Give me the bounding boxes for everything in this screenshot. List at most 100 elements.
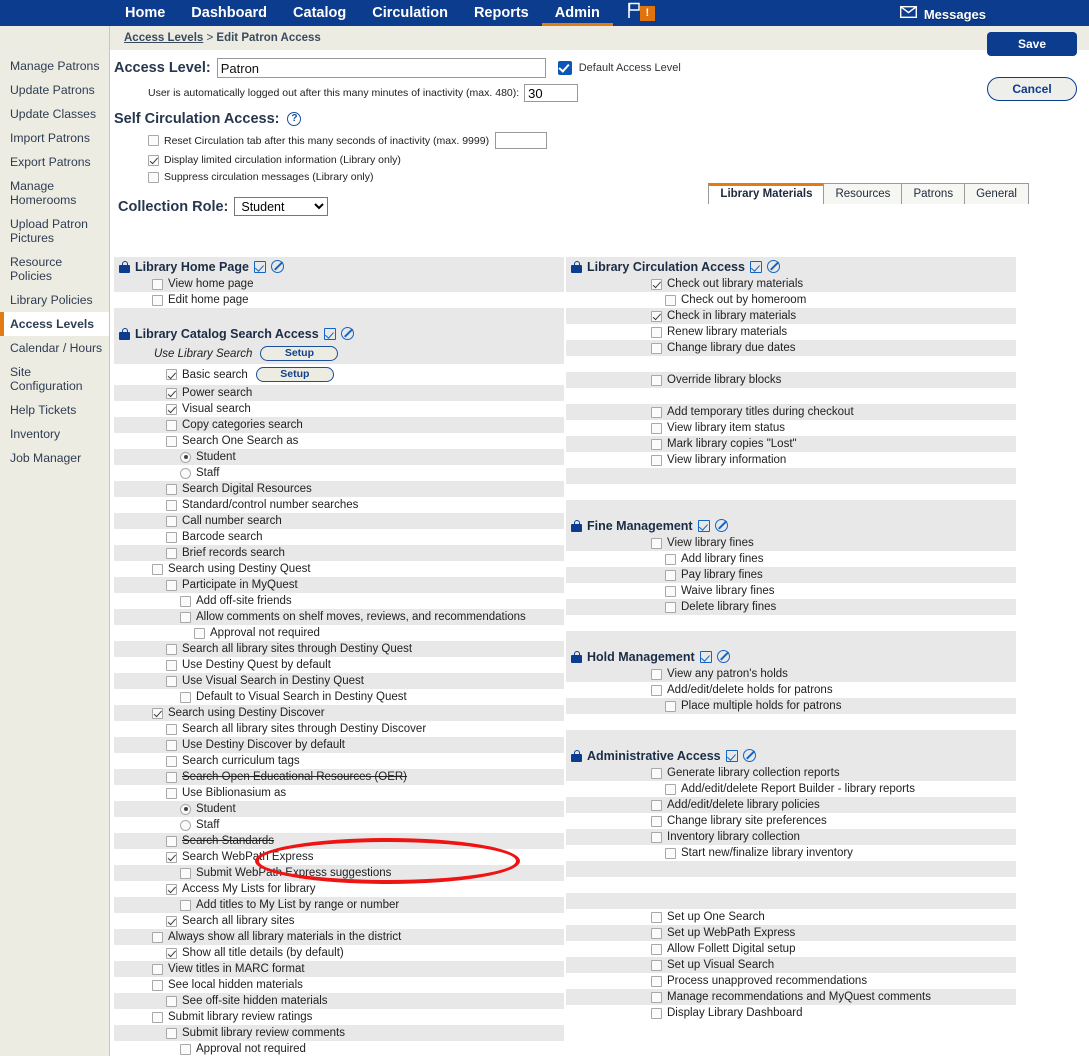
select-all-icon[interactable] [698,520,710,532]
sidebar-item-manage-patrons[interactable]: Manage Patrons [0,54,109,78]
permission-checkbox[interactable] [152,295,163,306]
breadcrumb-parent-link[interactable]: Access Levels [124,32,203,44]
permission-checkbox[interactable] [180,868,191,879]
permission-checkbox[interactable] [166,548,177,559]
permission-checkbox[interactable] [166,436,177,447]
permission-checkbox[interactable] [651,944,662,955]
alert-badge[interactable]: ! [640,6,655,21]
permission-checkbox[interactable] [180,596,191,607]
permission-checkbox[interactable] [665,295,676,306]
nav-link-catalog[interactable]: Catalog [280,0,359,26]
sidebar-item-job-manager[interactable]: Job Manager [0,446,109,470]
reset-circulation-seconds-input[interactable] [495,132,547,149]
clear-all-icon[interactable] [767,260,780,273]
permission-checkbox[interactable] [152,964,163,975]
suppress-messages-checkbox[interactable] [148,172,159,183]
permission-checkbox[interactable] [166,788,177,799]
permission-checkbox[interactable] [166,884,177,895]
permission-checkbox[interactable] [180,1044,191,1055]
permission-checkbox[interactable] [651,800,662,811]
permission-checkbox[interactable] [166,740,177,751]
permission-checkbox[interactable] [166,484,177,495]
permission-checkbox[interactable] [166,516,177,527]
clear-all-icon[interactable] [743,749,756,762]
setup-button[interactable]: Setup [256,367,334,382]
permission-checkbox[interactable] [180,900,191,911]
permission-checkbox[interactable] [651,912,662,923]
nav-link-home[interactable]: Home [112,0,178,26]
nav-link-dashboard[interactable]: Dashboard [178,0,280,26]
permission-checkbox[interactable] [166,644,177,655]
permission-checkbox[interactable] [651,669,662,680]
permission-checkbox[interactable] [152,708,163,719]
permission-checkbox[interactable] [651,976,662,987]
permission-checkbox[interactable] [166,580,177,591]
permission-checkbox[interactable] [166,996,177,1007]
permission-checkbox[interactable] [651,538,662,549]
permission-checkbox[interactable] [651,423,662,434]
sidebar-item-upload-patron-pictures[interactable]: Upload Patron Pictures [0,212,109,250]
permission-checkbox[interactable] [651,343,662,354]
nav-link-reports[interactable]: Reports [461,0,542,26]
sidebar-item-access-levels[interactable]: Access Levels [0,312,109,336]
sidebar-item-calendar-hours[interactable]: Calendar / Hours [0,336,109,360]
permission-checkbox[interactable] [166,756,177,767]
display-limited-checkbox[interactable] [148,155,159,166]
nav-link-circulation[interactable]: Circulation [359,0,461,26]
messages-link[interactable]: Messages [900,5,986,23]
permission-checkbox[interactable] [166,1028,177,1039]
permission-checkbox[interactable] [651,439,662,450]
permission-checkbox[interactable] [651,311,662,322]
permission-checkbox[interactable] [166,500,177,511]
permission-checkbox[interactable] [166,388,177,399]
select-all-icon[interactable] [726,750,738,762]
sidebar-item-update-classes[interactable]: Update Classes [0,102,109,126]
permission-checkbox[interactable] [651,407,662,418]
save-button[interactable]: Save [987,32,1077,56]
access-level-input[interactable] [217,58,546,78]
collection-role-select[interactable]: Student [234,197,328,216]
sidebar-item-library-policies[interactable]: Library Policies [0,288,109,312]
permission-checkbox[interactable] [651,1008,662,1019]
flag-alert-group[interactable]: ! [627,2,655,24]
sidebar-item-help-tickets[interactable]: Help Tickets [0,398,109,422]
inactivity-minutes-input[interactable] [524,84,578,102]
permission-checkbox[interactable] [665,602,676,613]
permission-checkbox[interactable] [665,848,676,859]
permission-checkbox[interactable] [180,612,191,623]
select-all-icon[interactable] [700,651,712,663]
select-all-icon[interactable] [254,261,266,273]
permission-checkbox[interactable] [651,928,662,939]
clear-all-icon[interactable] [271,260,284,273]
permission-checkbox[interactable] [166,676,177,687]
permission-checkbox[interactable] [651,375,662,386]
default-access-level-checkbox[interactable] [558,61,572,75]
permission-checkbox[interactable] [152,1012,163,1023]
tab-patrons[interactable]: Patrons [901,183,965,204]
permission-checkbox[interactable] [166,916,177,927]
sidebar-item-inventory[interactable]: Inventory [0,422,109,446]
permission-checkbox[interactable] [180,692,191,703]
permission-checkbox[interactable] [665,701,676,712]
setup-button[interactable]: Setup [260,346,338,361]
permission-checkbox[interactable] [665,784,676,795]
permission-checkbox[interactable] [651,960,662,971]
permission-checkbox[interactable] [651,816,662,827]
tab-library-materials[interactable]: Library Materials [708,183,824,204]
cancel-button[interactable]: Cancel [987,77,1077,101]
sidebar-item-resource-policies[interactable]: Resource Policies [0,250,109,288]
permission-checkbox[interactable] [166,724,177,735]
permission-checkbox[interactable] [166,532,177,543]
permission-checkbox[interactable] [152,279,163,290]
permission-checkbox[interactable] [651,685,662,696]
permission-radio[interactable] [180,820,191,831]
tab-general[interactable]: General [964,183,1029,204]
permission-checkbox[interactable] [166,420,177,431]
permission-checkbox[interactable] [166,660,177,671]
permission-checkbox[interactable] [651,455,662,466]
permission-checkbox[interactable] [152,564,163,575]
sidebar-item-export-patrons[interactable]: Export Patrons [0,150,109,174]
permission-checkbox[interactable] [651,832,662,843]
permission-checkbox[interactable] [152,932,163,943]
sidebar-item-manage-homerooms[interactable]: Manage Homerooms [0,174,109,212]
